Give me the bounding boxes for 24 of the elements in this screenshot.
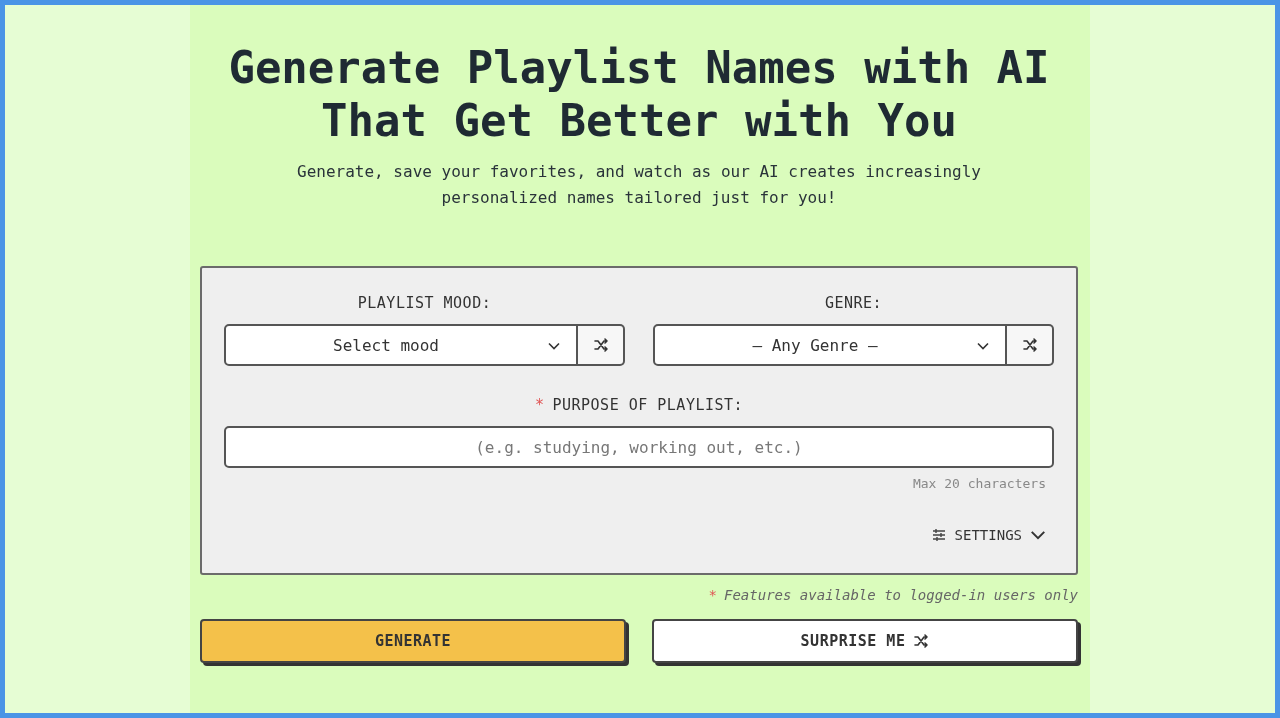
surprise-button[interactable]: SURPRISE ME [652,619,1078,663]
page-subtitle: Generate, save your favorites, and watch as our AI creates increasingly personalized names tailored just for you! [296,161,982,209]
input-field[interactable]: (e.g. studying, working out, etc.) [224,426,1054,468]
dropdown[interactable]: – Any Genre – [653,324,1007,366]
dropdown[interactable]: Select mood [224,324,578,366]
shuffle-button[interactable] [1007,324,1054,366]
chevron-down-icon [1030,530,1046,540]
shuffle-button[interactable] [578,324,625,366]
asterisk-marker: * [708,587,717,603]
field-label: PURPOSE OF PLAYLIST: [552,396,744,414]
shuffle-icon [1021,337,1038,353]
field-label: GENRE: [823,294,884,312]
chevron-down-icon [977,342,989,350]
chevron-down-icon [548,342,560,350]
required-marker: * [534,396,545,414]
shuffle-icon [913,633,930,649]
field-label: PLAYLIST MOOD: [356,294,493,312]
character-limit-hint: Max 20 characters [911,476,1046,491]
shuffle-icon [592,337,609,353]
login-note: Features available to logged-in users only [724,587,1078,603]
generate-button[interactable]: GENERATE [200,619,626,663]
settings-icon [930,527,947,543]
page-title: Generate Playlist Names with AI That Get Better with You [227,41,1051,147]
settings-toggle[interactable]: SETTINGS [928,525,1048,545]
